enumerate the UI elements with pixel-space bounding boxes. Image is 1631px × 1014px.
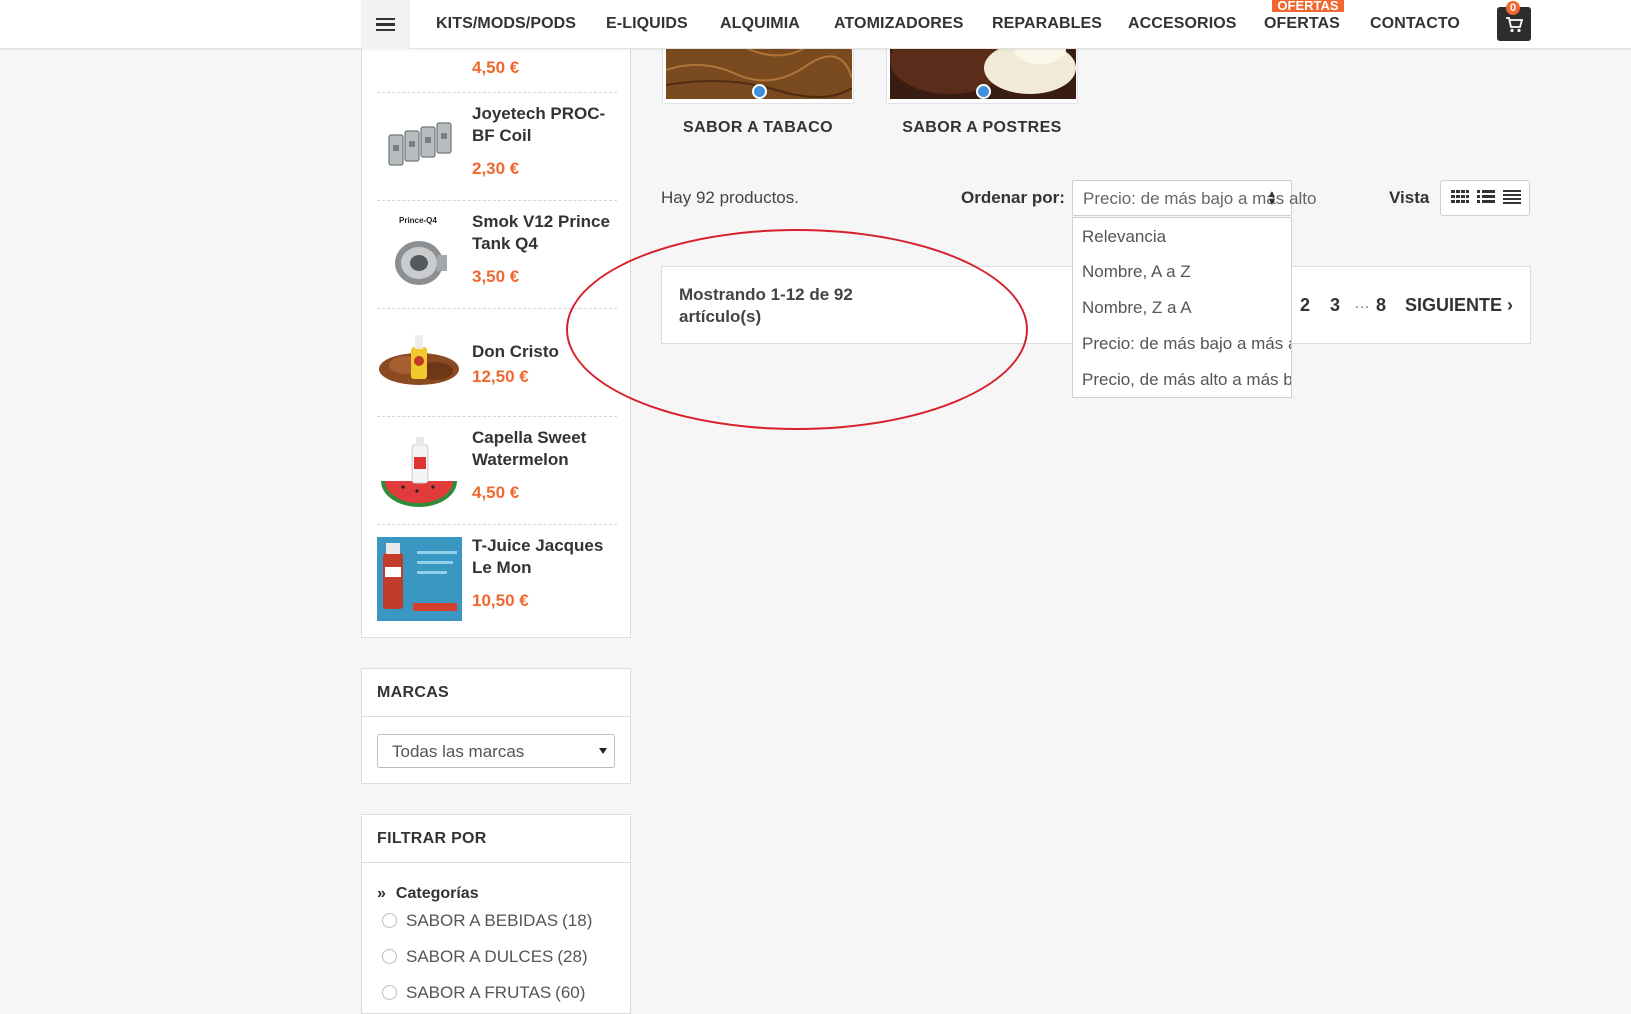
sidebar-product[interactable]: Don Cristo 12,50 €: [377, 308, 617, 416]
sort-option-relevancia[interactable]: Relevancia: [1082, 227, 1166, 247]
top-navbar: KITS/MODS/PODS E-LIQUIDS ALQUIMIA ATOMIZ…: [0, 0, 1631, 49]
facet-categories: » Categorías: [377, 885, 479, 903]
facet-title: Categorías: [395, 885, 479, 902]
category-indicator-icon: [976, 84, 991, 99]
brands-selected-value: Todas las marcas: [392, 742, 525, 761]
radio-button[interactable]: [382, 949, 397, 964]
product-name[interactable]: T-Juice Jacques Le Mon: [472, 535, 617, 579]
product-price: 12,50 €: [472, 367, 529, 386]
sort-selected-value: Precio: de más bajo a más alto: [1083, 189, 1317, 208]
page-link-2[interactable]: 2: [1300, 295, 1310, 316]
sort-option-name-asc[interactable]: Nombre, A a Z: [1082, 262, 1191, 282]
brands-title: MARCAS: [362, 669, 630, 717]
table-view-icon[interactable]: [1503, 190, 1521, 204]
product-name[interactable]: Smok V12 Prince Tank Q4: [472, 211, 617, 255]
nav-accesorios[interactable]: ACCESORIOS: [1128, 15, 1237, 33]
facet-option[interactable]: SABOR A DULCES (28): [382, 947, 588, 967]
facet-option-label: SABOR A BEBIDAS: [406, 911, 559, 930]
next-page-link[interactable]: SIGUIENTE ›: [1405, 295, 1513, 316]
filter-title: FILTRAR POR: [362, 815, 630, 863]
view-toggle-group: [1440, 180, 1530, 216]
product-price: 2,30 €: [472, 159, 520, 178]
category-tabaco-label[interactable]: SABOR A TABACO: [662, 119, 854, 137]
page-link-8[interactable]: 8: [1376, 295, 1386, 316]
facet-option-label: SABOR A DULCES: [406, 947, 554, 966]
facet-option[interactable]: SABOR A FRUTAS (60): [382, 983, 585, 1003]
category-indicator-icon: [752, 84, 767, 99]
sort-label: Ordenar por:: [961, 188, 1065, 207]
sort-option-name-desc[interactable]: Nombre, Z a A: [1082, 298, 1192, 318]
list-view-icon[interactable]: [1477, 190, 1495, 204]
nav-contacto[interactable]: CONTACTO: [1370, 15, 1460, 33]
sidebar-product[interactable]: Prince-Q4 Smok V12 Prince Tank Q4 3,50 €: [377, 200, 617, 308]
nav-alquimia[interactable]: ALQUIMIA: [720, 15, 800, 33]
nav-reparables[interactable]: REPARABLES: [992, 15, 1102, 33]
product-price: 4,50 €: [472, 483, 520, 502]
product-price: 10,50 €: [472, 591, 529, 610]
grid-view-icon[interactable]: [1451, 190, 1469, 204]
caret-down-icon: [599, 748, 607, 754]
sort-option-price-asc[interactable]: Precio: de más bajo a más alto: [1082, 334, 1291, 354]
page-ellipsis: …: [1354, 295, 1370, 312]
hamburger-icon[interactable]: [361, 0, 410, 49]
view-label: Vista: [1389, 188, 1430, 207]
sidebar-product[interactable]: Capella Sweet Watermelon 4,50 €: [377, 416, 617, 524]
product-thumbnail: [379, 335, 459, 385]
product-thumbnail: [377, 537, 462, 621]
cart-icon: [1506, 17, 1523, 33]
product-name[interactable]: Don Cristo: [472, 341, 617, 363]
nav-e-liquids[interactable]: E-LIQUIDS: [606, 15, 688, 33]
sort-dropdown-menu: Relevancia Nombre, A a Z Nombre, Z a A P…: [1072, 217, 1292, 398]
brands-select[interactable]: Todas las marcas: [377, 734, 615, 768]
sort-select[interactable]: Precio: de más bajo a más alto ▲ ▼: [1072, 180, 1316, 216]
sidebar-product[interactable]: Joyetech PROC-BF Coil 2,30 €: [377, 92, 617, 200]
facet-option-count: (28): [557, 947, 588, 966]
nav-atomizadores[interactable]: ATOMIZADORES: [834, 15, 964, 33]
thumbnail-label: Prince-Q4: [399, 216, 437, 225]
facet-option[interactable]: SABOR A BEBIDAS (18): [382, 911, 592, 931]
nav-ofertas[interactable]: OFERTAS: [1264, 15, 1340, 33]
sidebar-product[interactable]: T-Juice Jacques Le Mon 10,50 €: [377, 524, 617, 632]
nav-kits-mods-pods[interactable]: KITS/MODS/PODS: [436, 15, 576, 33]
product-thumbnail: [388, 122, 452, 166]
product-name[interactable]: Joyetech PROC-BF Coil: [472, 103, 617, 147]
sort-arrows-icon: ▲ ▼: [1267, 189, 1277, 208]
product-thumbnail: [381, 437, 457, 507]
double-chevron-right-icon: »: [377, 885, 386, 902]
facet-option-count: (18): [562, 911, 593, 930]
page-link-3[interactable]: 3: [1330, 295, 1340, 316]
product-price: 4,50 €: [472, 58, 520, 77]
showing-range: Mostrando 1-12 de 92 artículo(s): [679, 285, 853, 326]
brands-block: MARCAS Todas las marcas: [361, 668, 631, 784]
product-thumbnail: Prince-Q4: [395, 216, 447, 285]
sidebar-products-block: 4,50 € Joyetech PROC-BF Coil 2,30 € Prin…: [361, 0, 631, 638]
category-postres-label[interactable]: SABOR A POSTRES: [886, 119, 1078, 137]
radio-button[interactable]: [382, 913, 397, 928]
filter-block: FILTRAR POR » Categorías SABOR A BEBIDAS(…: [361, 814, 631, 1014]
sort-option-price-desc[interactable]: Precio, de más alto a más bajo: [1082, 370, 1291, 390]
product-count: Hay 92 productos.: [661, 188, 799, 207]
cart-count-badge: 0: [1506, 1, 1520, 15]
ofertas-badge: OFERTAS: [1272, 0, 1344, 12]
product-price: 3,50 €: [472, 267, 520, 286]
product-name[interactable]: Capella Sweet Watermelon: [472, 427, 617, 471]
